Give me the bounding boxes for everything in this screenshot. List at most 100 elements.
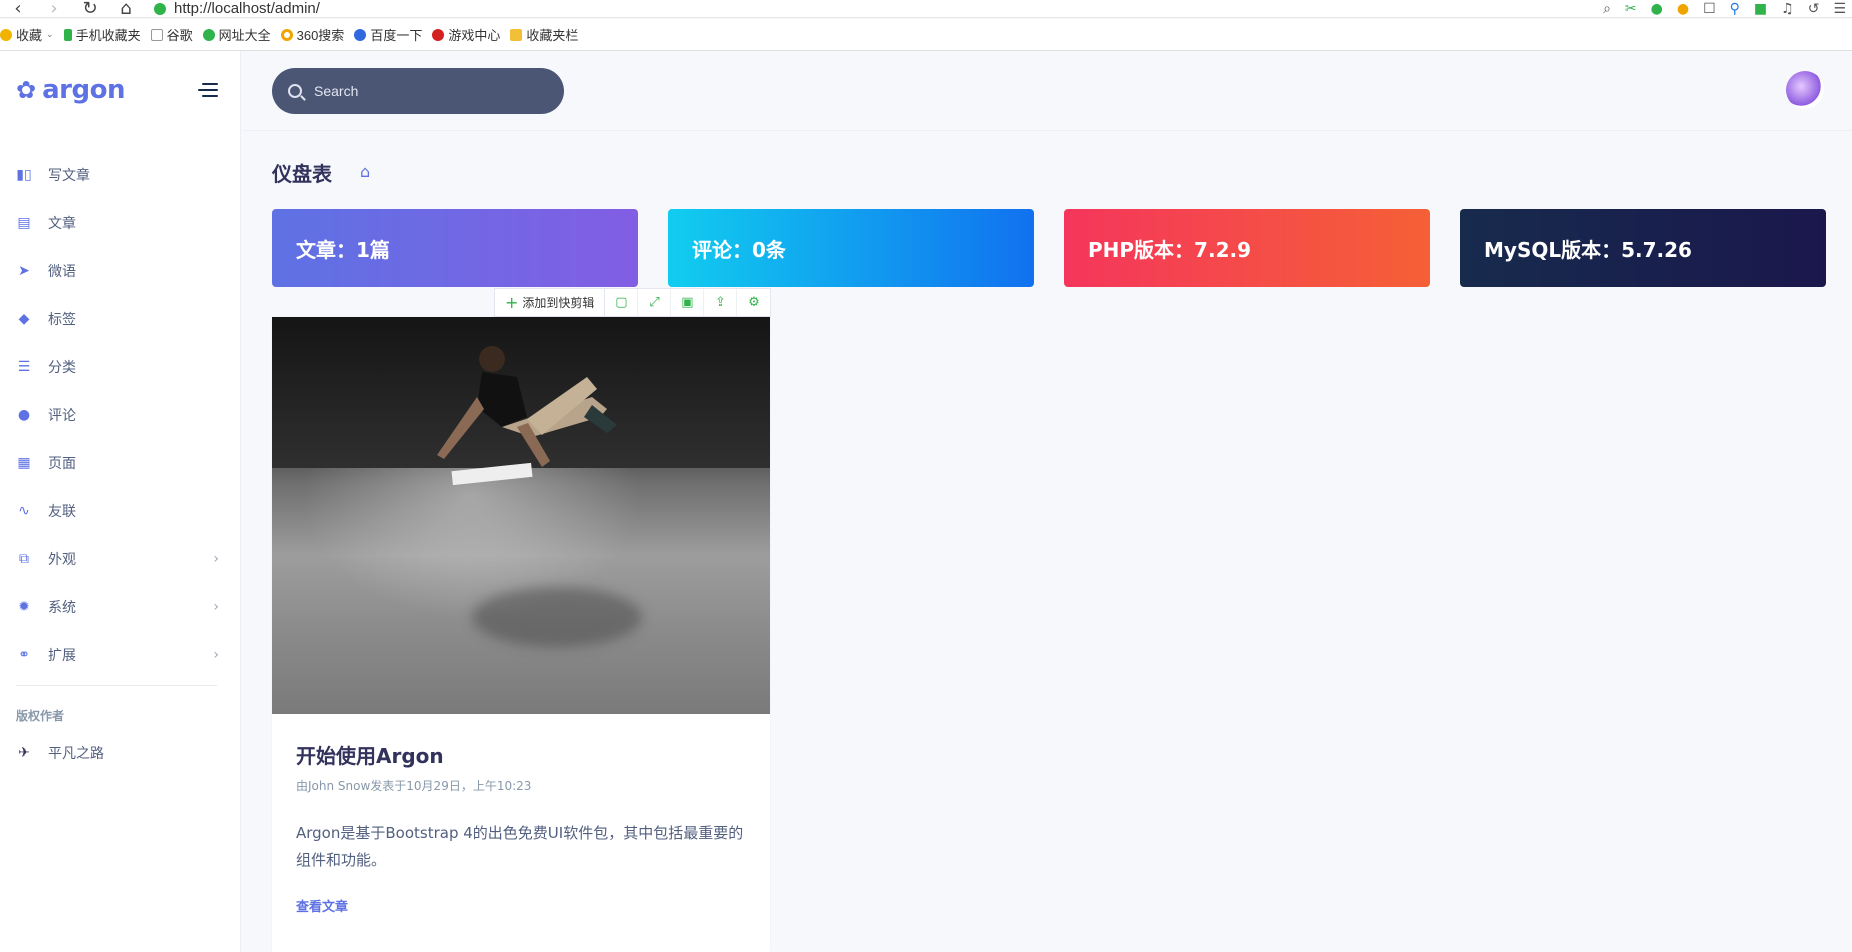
sidebar-item-label: 写文章 — [48, 168, 90, 184]
stat-label: 评论：0条 — [692, 237, 786, 262]
sidebar-item-label: 分类 — [48, 360, 76, 376]
sidebar-section-title: 版权作者 — [16, 709, 65, 723]
back-icon[interactable]: ‹ — [0, 0, 36, 18]
stat-card-comments: 评论：0条 — [668, 209, 1034, 287]
person-figure — [437, 346, 617, 467]
bookmark-item[interactable]: 收藏 ⌄ — [0, 25, 54, 44]
sidebar-item-label: 页面 — [48, 456, 76, 472]
sidebar-toggle-button[interactable] — [198, 83, 218, 101]
share-icon[interactable]: ⇪ — [704, 289, 738, 316]
settings-icon[interactable]: ⚙ — [737, 289, 770, 316]
sidebar-item-pages[interactable]: ▦ 页面 — [0, 439, 241, 487]
sidebar-item-label: 外观 — [48, 552, 76, 568]
phone-icon — [63, 28, 72, 41]
sidebar-divider — [16, 685, 217, 686]
browser-toolbar: ⌕ ✂ ● ● ☐ ⚲ ■ ♫ ↺ ☰ — [1603, 0, 1852, 18]
globe-icon — [202, 28, 215, 41]
bookmark-icon[interactable]: ☐ — [1703, 1, 1716, 17]
bookmark-item[interactable]: 收藏夹栏 — [510, 25, 578, 44]
sidebar-item-links[interactable]: ∿ 友联 — [0, 487, 241, 535]
stat-label: MySQL版本：5.7.26 — [1484, 237, 1692, 262]
sidebar-item-categories[interactable]: ☰ 分类 — [0, 343, 241, 391]
sidebar-item-comments[interactable]: ● 评论 — [0, 391, 241, 439]
bookmark-item[interactable]: 网址大全 — [202, 25, 271, 44]
search-ring-icon — [280, 28, 293, 41]
scissors-icon[interactable]: ✂ — [1625, 1, 1637, 17]
sidebar-item-author[interactable]: ✈ 平凡之路 — [0, 729, 241, 777]
sidebar-item-label: 文章 — [48, 216, 76, 232]
chevron-right-icon: › — [213, 551, 219, 567]
logo[interactable]: ✿ argon — [16, 75, 125, 105]
sidebar-item-label: 系统 — [48, 600, 76, 616]
calendar-icon: ▦ — [17, 455, 31, 471]
post-card-body: 开始使用Argon 由John Snow发表于10月29日，上午10:23 Ar… — [272, 714, 770, 915]
post-meta: 由John Snow发表于10月29日，上午10:23 — [296, 779, 532, 793]
plus-icon: + — [505, 293, 519, 312]
page-title: 仪盘表 — [272, 162, 332, 186]
apps-icon[interactable]: ■ — [1754, 1, 1767, 17]
magnifier-icon[interactable]: ⚲ — [1730, 1, 1740, 17]
stat-card-mysql: MySQL版本：5.7.26 — [1460, 209, 1826, 287]
post-excerpt: Argon是基于Bootstrap 4的出色免费UI软件包，其中包括最重要的组件… — [296, 824, 744, 869]
sidebar-item-label: 友联 — [48, 504, 76, 520]
post-card: 开始使用Argon 由John Snow发表于10月29日，上午10:23 Ar… — [272, 317, 770, 952]
game-icon — [432, 28, 445, 41]
floor-stain — [472, 587, 642, 647]
music-icon[interactable]: ♫ — [1781, 1, 1794, 17]
home-icon[interactable]: ⌂ — [360, 162, 370, 181]
chevron-down-icon: ⌄ — [46, 29, 54, 39]
url-field[interactable]: http://localhost/admin/ — [154, 0, 320, 17]
topbar — [242, 51, 1852, 131]
add-to-clip-label: 添加到快剪辑 — [522, 296, 595, 310]
document-icon: ▤ — [17, 215, 31, 231]
sidebar-nav: ▮▯ 写文章 ▤ 文章 ➤ 微语 ◆ 标签 ☰ 分类 ● 评论 ▦ 页面 ∿ 友 — [0, 151, 241, 679]
sidebar-item-tags[interactable]: ◆ 标签 — [0, 295, 241, 343]
stat-card-posts: 文章：1篇 — [272, 209, 638, 287]
sidebar-item-posts[interactable]: ▤ 文章 — [0, 199, 241, 247]
menu-icon[interactable]: ☰ — [1833, 1, 1846, 17]
sidebar-item-label: 评论 — [48, 408, 76, 424]
bookmark-item[interactable]: 360搜索 — [280, 25, 344, 44]
paw-icon — [354, 28, 367, 41]
clip-toolbar: + 添加到快剪辑 ▢ ⤢ ▣ ⇪ ⚙ — [494, 288, 772, 317]
bookmark-item[interactable]: 百度一下 — [354, 25, 422, 44]
fullscreen-icon[interactable]: ⤢ — [638, 289, 672, 316]
browser-address-bar: ‹ › ↻ ⌂ http://localhost/admin/ ⌕ ✂ ● ● … — [0, 0, 1852, 18]
search-small-icon[interactable]: ⌕ — [1603, 1, 1611, 17]
save-icon[interactable]: ▣ — [671, 289, 705, 316]
translate-icon[interactable]: ● — [1651, 1, 1663, 17]
sidebar-item-micro[interactable]: ➤ 微语 — [0, 247, 241, 295]
stat-label: 文章：1篇 — [296, 237, 390, 262]
stat-card-php: PHP版本：7.2.9 — [1064, 209, 1430, 287]
bookmark-item[interactable]: 游戏中心 — [432, 25, 500, 44]
read-post-link[interactable]: 查看文章 — [296, 896, 746, 915]
sidebar: ✿ argon ▮▯ 写文章 ▤ 文章 ➤ 微语 ◆ 标签 ☰ 分类 ● 评论 — [0, 51, 241, 952]
forward-icon[interactable]: › — [36, 0, 72, 18]
sidebar-item-label: 平凡之路 — [48, 746, 104, 762]
sidebar-item-system[interactable]: ✹ 系统 › — [0, 583, 241, 631]
add-to-clip-button[interactable]: + 添加到快剪辑 — [495, 289, 606, 316]
search-box[interactable] — [272, 68, 564, 114]
sidebar-item-write-post[interactable]: ▮▯ 写文章 — [0, 151, 241, 199]
copy-icon[interactable]: ▢ — [605, 289, 639, 316]
paper-plane-icon: ➤ — [18, 263, 30, 279]
bookmark-item[interactable]: 手机收藏夹 — [63, 25, 141, 44]
home-browser-icon[interactable]: ⌂ — [108, 0, 144, 18]
search-input[interactable] — [314, 83, 534, 99]
chevron-right-icon: › — [213, 599, 219, 615]
sidebar-item-extensions[interactable]: ⚭ 扩展 › — [0, 631, 241, 679]
chevron-right-icon: › — [213, 647, 219, 663]
avatar[interactable] — [1786, 71, 1824, 109]
argon-logo-icon: ✿ — [16, 76, 37, 104]
post-title[interactable]: 开始使用Argon — [296, 740, 746, 769]
reload-icon[interactable]: ↻ — [72, 0, 108, 18]
sidebar-item-appearance[interactable]: ⧉ 外观 › — [0, 535, 241, 583]
logo-text: argon — [42, 75, 125, 105]
page-icon — [150, 28, 163, 41]
coin-icon[interactable]: ● — [1677, 1, 1689, 17]
pulse-icon: ∿ — [18, 503, 30, 519]
undo-icon[interactable]: ↺ — [1808, 1, 1820, 17]
folder-icon — [510, 28, 523, 41]
books-icon: ▮▯ — [16, 167, 32, 183]
bookmark-item[interactable]: 谷歌 — [150, 25, 193, 44]
